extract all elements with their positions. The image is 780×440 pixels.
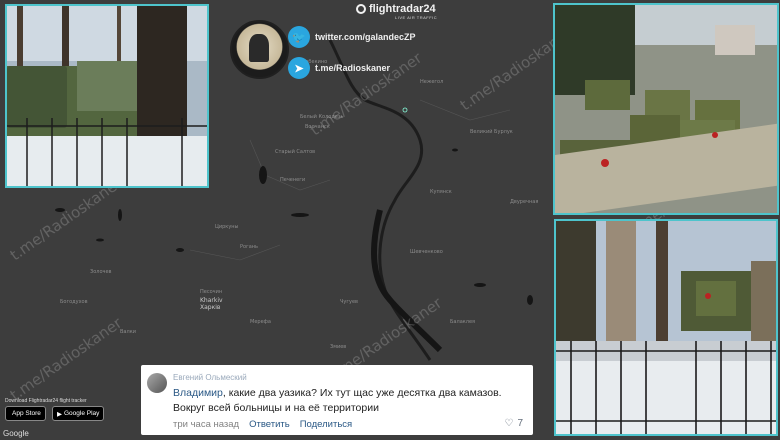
google-play-button[interactable]: ▶ Google Play: [52, 406, 105, 421]
twitter-bird-icon: 🐦: [288, 26, 310, 48]
logo-text: flightradar24: [369, 3, 436, 15]
like-count: 7: [517, 418, 523, 429]
download-text: Download Flightradar24 flight tracker: [5, 398, 87, 404]
comment-time[interactable]: три часа назад: [173, 419, 239, 430]
radar-icon: [356, 4, 366, 14]
photo-vehicles-forest: [5, 4, 209, 188]
telegram-plane-icon: ➤: [288, 57, 310, 79]
play-icon: ▶: [57, 410, 62, 418]
comment-author[interactable]: Евгений Ольмеский: [173, 373, 247, 382]
google-logo: Google: [3, 429, 29, 438]
photo-trucks-yard: [553, 3, 779, 215]
city-label-kharkiv-ua: Харків: [200, 304, 221, 311]
twitter-link[interactable]: 🐦 twitter.com/galandecZP: [288, 26, 416, 48]
reply-button[interactable]: Ответить: [249, 419, 290, 430]
comment-text: Владимир, какие два уазика? Их тут щас у…: [173, 387, 502, 414]
comment-card: Евгений Ольмеский Владимир, какие два уа…: [141, 365, 533, 435]
comment-meta: три часа назад Ответить Поделиться: [173, 419, 352, 430]
share-button[interactable]: Поделиться: [300, 419, 352, 430]
flightradar-logo[interactable]: flightradar24: [356, 3, 436, 15]
photo-hospital-fence: [554, 219, 778, 436]
telegram-link[interactable]: ➤ t.me/Radioskaner: [288, 57, 390, 79]
like-button[interactable]: ♡ 7: [504, 418, 523, 429]
app-store-button[interactable]: App Store: [5, 406, 46, 421]
channel-avatar: [230, 20, 289, 79]
comment-mention[interactable]: Владимир: [173, 387, 223, 399]
heart-icon: ♡: [504, 418, 514, 429]
logo-subtitle: LIVE AIR TRAFFIC: [395, 15, 438, 20]
commenter-avatar[interactable]: [147, 373, 167, 393]
